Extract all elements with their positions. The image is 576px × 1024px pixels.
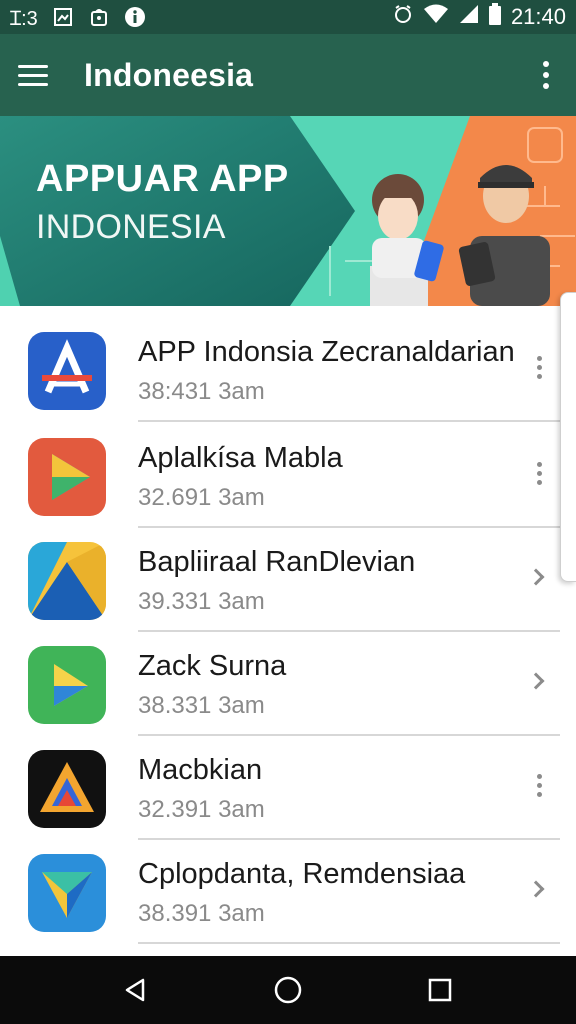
status-bar: Ɪ:3 21:40	[0, 0, 576, 34]
back-icon[interactable]	[116, 970, 156, 1010]
drive-icon	[28, 542, 106, 620]
app-meta: 32.691 3am	[138, 484, 265, 511]
app-list: APP Indonsia Zecranaldarian 38:431 3am A…	[0, 306, 576, 956]
chevron-right-icon[interactable]	[527, 562, 550, 592]
list-item[interactable]: APP Indonsia Zecranaldarian 38:431 3am	[0, 312, 560, 422]
signal-icon	[459, 4, 479, 30]
app-bar: Indoneesia	[0, 34, 576, 116]
app-meta: 39.331 3am	[138, 588, 265, 615]
app-meta: 38.391 3am	[138, 900, 265, 927]
more-vert-icon[interactable]	[528, 352, 550, 382]
more-vert-icon[interactable]	[528, 770, 550, 800]
battery-icon	[488, 3, 501, 31]
app-name: Zack Surna	[138, 650, 287, 682]
info-icon	[124, 6, 146, 28]
bag-icon	[88, 6, 110, 28]
hero-banner[interactable]: APPUAR APP INDONESIA	[0, 116, 576, 306]
app-name: Aplalkísa Mabla	[138, 442, 343, 474]
status-left: Ɪ:3	[10, 4, 146, 31]
clock-time: 21:40	[510, 4, 566, 29]
status-left-text: Ɪ:3	[10, 7, 38, 30]
app-name: APP Indonsia Zecranaldarian	[138, 336, 515, 368]
play-icon	[28, 438, 106, 516]
wifi-icon	[423, 4, 449, 30]
hamburger-icon[interactable]	[18, 55, 58, 95]
list-item[interactable]: Bapliiraal RanDlevian 39.331 3am	[0, 522, 560, 632]
app-name: Bapliiraal RanDlevian	[138, 546, 416, 578]
side-panel-handle[interactable]	[560, 292, 576, 582]
play-green-icon	[28, 646, 106, 724]
recents-icon[interactable]	[420, 970, 460, 1010]
list-item[interactable]: Zack Surna 38.331 3am	[0, 626, 560, 736]
divider	[138, 942, 560, 944]
app-meta: 38.331 3am	[138, 692, 265, 719]
app-name: Cplopdanta, Remdensiaa	[138, 858, 466, 890]
app-store-icon	[28, 332, 106, 410]
list-item[interactable]: Aplalkísa Mabla 32.691 3am	[0, 418, 560, 528]
more-vert-icon[interactable]	[534, 55, 558, 95]
navigation-bar	[0, 956, 576, 1024]
banner-subtitle: INDONESIA	[36, 208, 226, 246]
triangle-icon	[28, 750, 106, 828]
list-item[interactable]: Cplopdanta, Remdensiaa 38.391 3am	[0, 834, 560, 944]
chevron-right-icon[interactable]	[527, 874, 550, 904]
app-meta: 38:431 3am	[138, 378, 265, 405]
status-right: 21:40	[393, 3, 566, 31]
app-meta: 32.391 3am	[138, 796, 265, 823]
home-icon[interactable]	[268, 970, 308, 1010]
arrow-icon	[28, 854, 106, 932]
banner-title: APPUAR APP	[36, 158, 289, 200]
chevron-right-icon[interactable]	[527, 666, 550, 696]
image-icon	[52, 6, 74, 28]
alarm-icon	[393, 4, 413, 30]
more-vert-icon[interactable]	[528, 458, 550, 488]
page-title: Indoneesia	[84, 56, 254, 93]
list-item[interactable]: Macbkian 32.391 3am	[0, 730, 560, 840]
app-name: Macbkian	[138, 754, 263, 786]
